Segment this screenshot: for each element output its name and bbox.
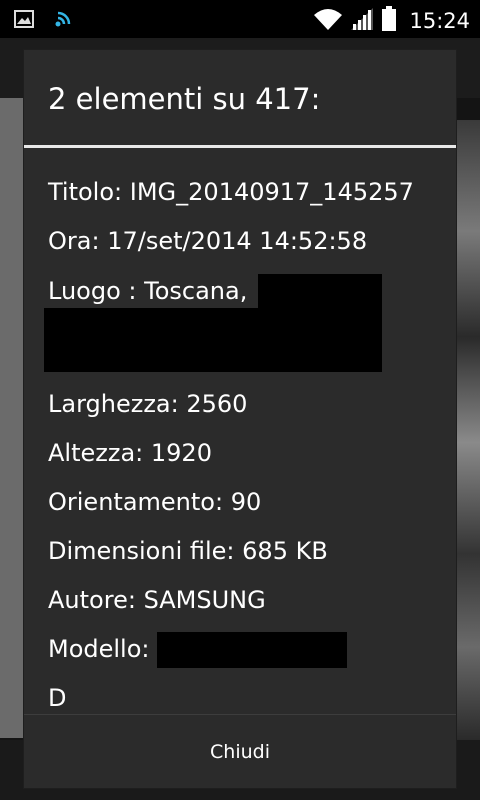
detail-value: SAMSUNG [143, 586, 266, 614]
detail-label: D [48, 684, 67, 712]
wifi-activity-icon [52, 8, 74, 34]
wifi-icon [313, 7, 343, 35]
detail-file-size: Dimensioni file: 685 KB [48, 537, 328, 565]
detail-value: 17/set/2014 14:52:58 [107, 227, 368, 255]
detail-label: Orientamento: [48, 488, 224, 516]
detail-partial: D [48, 684, 66, 712]
detail-value: 685 KB [242, 537, 328, 565]
battery-icon [381, 6, 397, 36]
details-list[interactable]: Titolo: IMG_20140917_145257 Ora: 17/set/… [24, 148, 456, 714]
dialog-header: 2 elementi su 417: [24, 50, 456, 148]
detail-label: Luogo : [48, 277, 137, 305]
redaction-box [258, 274, 382, 310]
detail-author: Autore: SAMSUNG [48, 586, 266, 614]
background-photo-edge [0, 98, 24, 738]
detail-value: 1920 [150, 439, 212, 467]
detail-orientation: Orientamento: 90 [48, 488, 261, 516]
detail-label: Larghezza: [48, 390, 179, 418]
image-icon [14, 9, 34, 33]
redaction-box [157, 632, 347, 668]
detail-model: Modello: [48, 635, 150, 663]
status-clock: 15:24 [409, 9, 470, 33]
detail-value: Toscana, [144, 277, 248, 305]
detail-label: Modello: [48, 635, 150, 663]
detail-value: 90 [230, 488, 262, 516]
detail-label: Ora: [48, 227, 100, 255]
detail-width: Larghezza: 2560 [48, 390, 247, 418]
detail-time: Ora: 17/set/2014 14:52:58 [48, 227, 367, 255]
background-photo-edge [456, 120, 480, 740]
detail-height: Altezza: 1920 [48, 439, 212, 467]
detail-value: IMG_20140917_145257 [129, 178, 414, 206]
detail-label: Dimensioni file: [48, 537, 235, 565]
detail-label: Altezza: [48, 439, 144, 467]
dialog-title: 2 elementi su 417: [48, 82, 321, 116]
status-bar: 15:24 [0, 0, 480, 38]
detail-label: Autore: [48, 586, 136, 614]
detail-location: Luogo : Toscana, [48, 277, 247, 305]
signal-icon [349, 7, 375, 35]
close-button[interactable]: Chiudi [24, 715, 456, 788]
detail-label: Titolo: [48, 178, 123, 206]
detail-value: 2560 [186, 390, 248, 418]
details-dialog: 2 elementi su 417: Titolo: IMG_20140917_… [24, 50, 456, 788]
redaction-box [44, 308, 382, 372]
detail-title: Titolo: IMG_20140917_145257 [48, 178, 414, 206]
